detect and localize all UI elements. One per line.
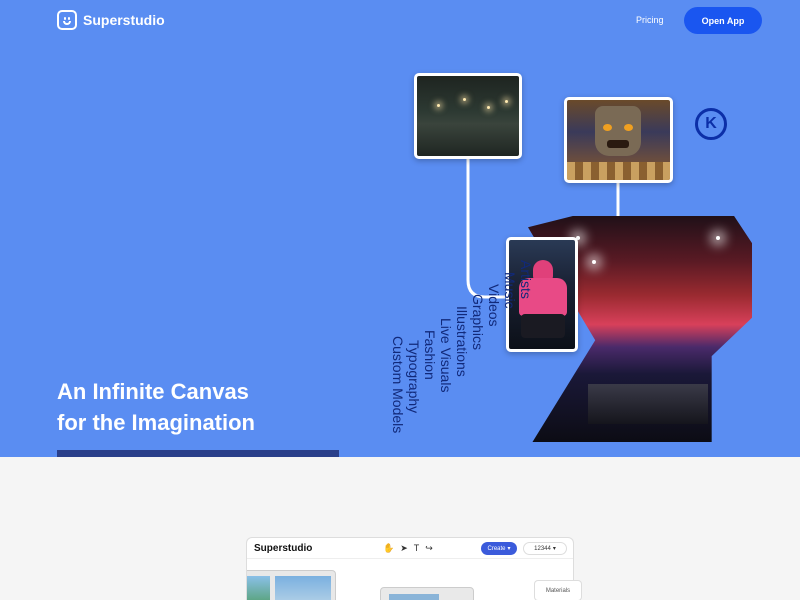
category-item: Videos bbox=[486, 284, 502, 327]
canvas-image-group[interactable] bbox=[247, 571, 335, 600]
headline-line-2: for the Imagination bbox=[57, 410, 255, 435]
hero-section: Superstudio Pricing Open App K Artists M… bbox=[0, 0, 800, 457]
category-item: Illustrations bbox=[454, 306, 470, 377]
chevron-down-icon: ▾ bbox=[552, 546, 556, 552]
category-list: Artists Music Videos Graphics Illustrati… bbox=[390, 260, 534, 434]
chevron-down-icon: ▾ bbox=[507, 546, 511, 552]
app-preview-window: Superstudio ✋ ➤ T ↪ Create ▾ 12344 ▾ bbox=[247, 538, 573, 600]
hand-tool-icon[interactable]: ✋ bbox=[383, 543, 394, 554]
parking-lot-image[interactable] bbox=[414, 73, 522, 159]
category-item: Custom Models bbox=[390, 336, 406, 434]
app-brand: Superstudio bbox=[254, 542, 313, 554]
headline-line-1: An Infinite Canvas bbox=[57, 379, 249, 404]
create-label: Create bbox=[487, 545, 506, 552]
k-badge-icon: K bbox=[695, 108, 727, 140]
counter-value: 12344 bbox=[534, 545, 551, 552]
hero-accent-bar bbox=[57, 450, 339, 457]
credits-counter[interactable]: 12344 ▾ bbox=[523, 542, 567, 555]
canvas-image-card[interactable] bbox=[381, 588, 473, 600]
text-tool-icon[interactable]: T bbox=[414, 543, 420, 554]
app-toolbar: Superstudio ✋ ➤ T ↪ Create ▾ 12344 ▾ bbox=[247, 538, 573, 559]
category-item: Typography bbox=[406, 340, 422, 414]
category-item: Live Visuals bbox=[438, 318, 454, 393]
category-item: Music bbox=[502, 272, 518, 309]
stone-face-image[interactable] bbox=[564, 97, 673, 183]
category-item: Fashion bbox=[422, 330, 438, 380]
materials-panel-tab[interactable]: Materials bbox=[535, 581, 581, 600]
category-item: Artists bbox=[518, 260, 534, 299]
share-icon[interactable]: ↪ bbox=[425, 543, 433, 554]
category-item: Graphics bbox=[470, 294, 486, 351]
create-button[interactable]: Create ▾ bbox=[481, 542, 517, 555]
hero-headline: An Infinite Canvas for the Imagination bbox=[57, 376, 255, 438]
tool-icons: ✋ ➤ T ↪ bbox=[383, 543, 433, 554]
pointer-tool-icon[interactable]: ➤ bbox=[400, 543, 408, 554]
